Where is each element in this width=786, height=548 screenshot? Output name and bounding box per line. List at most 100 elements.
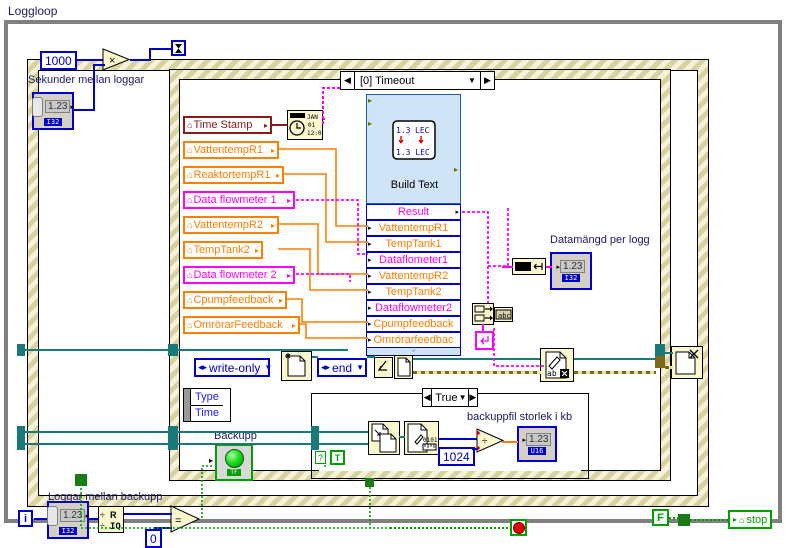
wire-teal-top-left [24, 349, 169, 351]
file-access-mode-ring[interactable]: ◂▸ write-only ▼ [194, 358, 272, 377]
build-text-input-label: Dataflowmeter2 [374, 302, 453, 314]
stop-control-terminal[interactable]: ▸ ⌂ stop [728, 510, 773, 529]
tunnel-event-left-3[interactable] [168, 438, 178, 450]
wire-control-to-multiply-v [93, 64, 95, 111]
svg-text:LEC: LEC [415, 126, 430, 135]
data-amount-per-log-indicator[interactable]: ▸ 1.23 I32 [550, 252, 592, 290]
terminal-arrow-icon: ▸ [270, 220, 275, 230]
seconds-between-logs-label: Sekunder mellan loggar [28, 74, 145, 86]
stop-label: stop [746, 513, 768, 526]
build-text-input-label: TempTank1 [385, 238, 442, 250]
backup-case-selector[interactable]: ◀ True ▼ ▶ [422, 388, 478, 407]
false-constant[interactable]: F [652, 509, 669, 526]
terminal-label: Cpumpfeedback [193, 294, 274, 306]
file-size-node[interactable]: 0101 [404, 421, 439, 455]
stop-indicator[interactable] [510, 519, 527, 536]
build-text-input-row[interactable]: ▸ Omrörarfeedbac [366, 332, 461, 348]
terminal-time-stamp[interactable]: ⌂ Time Stamp ▸ [183, 116, 272, 134]
chevron-down-icon[interactable]: ▼ [264, 363, 272, 372]
build-text-input-row[interactable]: ▸ TempTank2 [366, 284, 461, 300]
numeric-value: 1.23 [526, 433, 552, 446]
wire-teal-to-openfile [178, 349, 348, 351]
terminal-temptank2[interactable]: ⌂ TempTank2 ▸ [183, 241, 263, 259]
svg-text:÷: ÷ [482, 436, 488, 447]
wire-const-to-multiply [77, 59, 103, 61]
build-text-result-row[interactable]: Result ▸ [366, 204, 461, 220]
wire-tunnel-to-close [665, 352, 673, 354]
input-arrow-icon: ▸ [733, 515, 738, 524]
build-text-title: Build Text [390, 179, 439, 191]
numeric-value: 1.23 [560, 260, 586, 273]
multiply-function[interactable]: × [102, 48, 132, 72]
tunnel-event-left-1[interactable] [168, 344, 178, 356]
file-position-mode-ring[interactable]: ◂▸ end ▼ [317, 358, 367, 377]
left-right-arrows-icon: ◂▸ [198, 362, 208, 372]
build-text-input-row[interactable]: ▸ Cpumpfeedback [366, 316, 461, 332]
wire-i-to-control [34, 518, 47, 520]
control-icon: ⌂ [187, 170, 193, 180]
true-constant[interactable]: T [330, 450, 345, 465]
copy-file-node[interactable] [368, 421, 400, 455]
prev-case-icon[interactable]: ◀ [423, 389, 433, 406]
wires-magenta-to-buildtext [296, 199, 368, 282]
stop-circle-icon [512, 521, 525, 534]
build-text-input-row[interactable]: ▸ VattentempR1 [366, 220, 461, 236]
terminal-cpumpfeedback[interactable]: ⌂ Cpumpfeedback ▸ [183, 291, 287, 309]
kb-divisor-constant[interactable]: 1024 [438, 447, 475, 466]
tunnel-event-left-2[interactable] [168, 426, 178, 438]
build-text-input-label: Omrörarfeedbac [373, 334, 454, 346]
concatenate-strings-node[interactable] [472, 303, 494, 325]
set-file-position-node[interactable] [374, 357, 393, 378]
block-diagram-canvas[interactable]: 1000 × Sekunder mellan loggar 1.23 ▸ I32… [10, 26, 776, 548]
terminal-reaktortempr1[interactable]: ⌂ ReaktortempR1 ▸ [183, 166, 284, 184]
terminal-arrow-icon: ▸ [270, 145, 275, 155]
control-icon: ⌂ [187, 120, 193, 130]
terminal-vattentempr1[interactable]: ⌂ VattentempR1 ▸ [183, 141, 279, 159]
build-text-express-vi[interactable]: 1.3 LEC 1.3 LEC Build Text ▸ ▸ ▸ [366, 94, 461, 204]
wire-teal-case-to-copy-1 [318, 431, 368, 433]
terminal-label: VattentempR1 [193, 144, 263, 156]
svg-text:12:01: 12:01 [307, 130, 322, 137]
event-case-selector[interactable]: ◀ [0] Timeout ▼ ▶ [340, 71, 495, 90]
tunnel-event-right-2[interactable] [655, 356, 665, 368]
build-text-result-label: Result [397, 206, 430, 218]
wire-strlen-to-indicator [546, 266, 552, 268]
build-text-input-row[interactable]: ▸ Dataflowmeter2 [366, 300, 461, 316]
control-icon: ⌂ [187, 220, 193, 230]
wire-multiply-out-a [130, 59, 150, 61]
chevron-down-icon[interactable]: ▼ [464, 76, 480, 85]
build-text-input-row[interactable]: ▸ Dataflometer1 [366, 252, 461, 268]
format-date-time-node[interactable]: JAN 01 12:01 [287, 110, 325, 140]
wire-control-to-multiply-t [93, 64, 105, 66]
file-refnum-node[interactable] [394, 355, 413, 379]
next-case-icon[interactable]: ▶ [480, 72, 494, 89]
backup-file-size-indicator[interactable]: ▸ 1.23 U16 [517, 426, 557, 462]
file-type-time-cluster[interactable]: Type Time [183, 388, 231, 422]
event-timeout-terminal[interactable] [171, 40, 186, 56]
multiply-constant[interactable]: 1000 [40, 51, 77, 70]
seconds-between-logs-control[interactable]: 1.23 ▸ I32 [32, 92, 74, 130]
build-text-input-label: TempTank2 [385, 286, 442, 298]
prev-case-icon[interactable]: ◀ [341, 72, 355, 89]
dial-icon [47, 505, 59, 526]
open-create-replace-file-node[interactable] [281, 351, 312, 381]
chevron-down-icon[interactable]: ▼ [458, 393, 468, 402]
build-text-expand-handle[interactable]: ⇩ [366, 347, 461, 356]
terminal-label: OmrörarFeedback [193, 319, 283, 331]
string-node[interactable]: abc [494, 307, 513, 322]
wire-teal-case-to-copy-2 [318, 443, 368, 445]
wire-teal-case-in-2 [178, 443, 313, 445]
next-case-icon[interactable]: ▶ [467, 389, 478, 406]
build-text-input-row[interactable]: ▸ VattentempR2 [366, 268, 461, 284]
control-icon: ⌂ [187, 270, 193, 280]
terminal-vattentempr2[interactable]: ⌂ VattentempR2 ▸ [183, 216, 279, 234]
build-text-input-row[interactable]: ▸ TempTank1 [366, 236, 461, 252]
string-length-node[interactable] [512, 258, 546, 275]
build-text-input-label: Cpumpfeedback [373, 318, 454, 330]
tunnel-event-right-1[interactable] [655, 344, 665, 356]
chevron-down-icon[interactable]: ▼ [356, 363, 364, 372]
wire-error-to-tunnel [574, 371, 656, 374]
tunnel-loop-bottom-right[interactable] [678, 514, 690, 526]
svg-text:1.3: 1.3 [396, 126, 411, 135]
close-file-node[interactable] [671, 346, 703, 379]
